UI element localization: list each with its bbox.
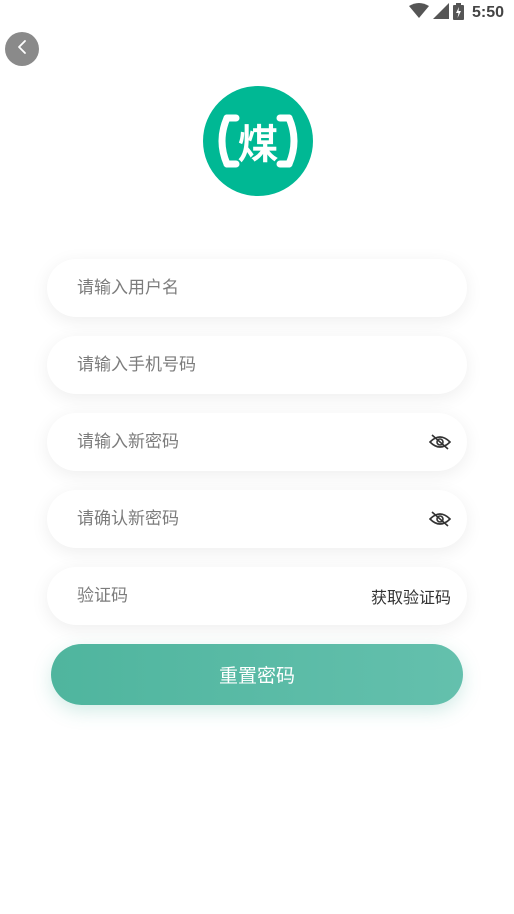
new-password-field[interactable] bbox=[47, 413, 467, 471]
signal-icon bbox=[432, 3, 449, 23]
phone-field[interactable] bbox=[47, 336, 467, 394]
username-field[interactable] bbox=[47, 259, 467, 317]
status-bar: 5:50 bbox=[0, 0, 514, 26]
confirm-password-field[interactable] bbox=[47, 490, 467, 548]
eye-off-icon[interactable] bbox=[429, 508, 451, 530]
wifi-icon bbox=[408, 3, 429, 23]
username-input[interactable] bbox=[77, 278, 451, 298]
status-time: 5:50 bbox=[471, 4, 504, 21]
code-field[interactable]: 获取验证码 bbox=[47, 567, 467, 625]
phone-input[interactable] bbox=[77, 355, 451, 375]
get-code-button[interactable]: 获取验证码 bbox=[371, 584, 451, 608]
new-password-input[interactable] bbox=[77, 432, 429, 452]
battery-icon bbox=[452, 2, 464, 24]
code-input[interactable] bbox=[77, 586, 371, 606]
reset-password-button[interactable]: 重置密码 bbox=[51, 644, 463, 705]
chevron-left-icon bbox=[16, 39, 28, 59]
status-icons: 5:50 bbox=[408, 2, 504, 24]
app-logo: 煤 bbox=[203, 86, 313, 196]
confirm-password-input[interactable] bbox=[77, 509, 429, 529]
eye-off-icon[interactable] bbox=[429, 431, 451, 453]
logo-character: 煤 bbox=[238, 122, 278, 168]
back-button[interactable] bbox=[5, 32, 39, 66]
